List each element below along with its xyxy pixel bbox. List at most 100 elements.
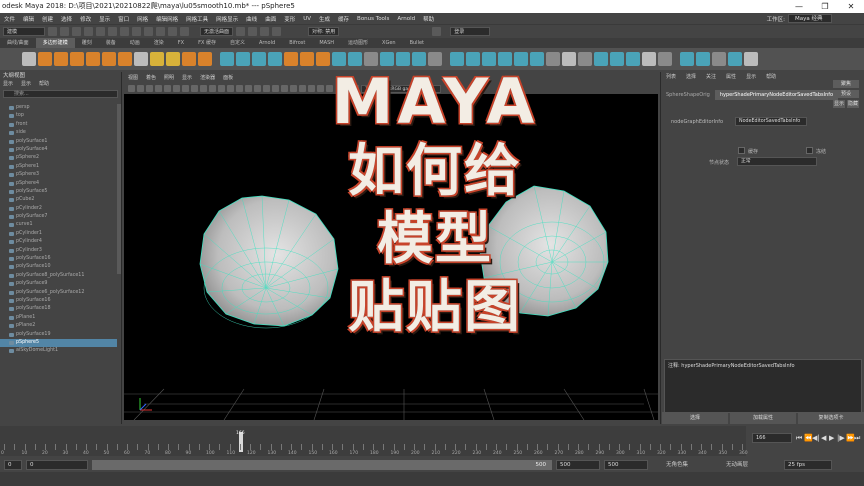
mirror-icon[interactable]	[466, 52, 480, 66]
menu-generate[interactable]: 生成	[319, 15, 330, 23]
outliner-item[interactable]: polySurface6_polySurface12	[0, 289, 117, 297]
tab-custom[interactable]: 自定义	[223, 38, 252, 48]
poly-torus-icon[interactable]	[86, 52, 100, 66]
quad-draw-icon[interactable]	[450, 52, 464, 66]
presets-button[interactable]: 预设	[833, 90, 859, 98]
cylindrical-uv-icon[interactable]	[514, 52, 528, 66]
wireframe-on-shaded-icon[interactable]	[236, 85, 243, 92]
spherical-uv-icon[interactable]	[530, 52, 544, 66]
maximize-button[interactable]: ❐	[812, 0, 838, 13]
menu-surfaces[interactable]: 曲面	[265, 15, 276, 23]
wireframe-icon[interactable]	[218, 85, 225, 92]
menu-deform[interactable]: 变形	[284, 15, 295, 23]
menu-file[interactable]: 文件	[4, 15, 15, 23]
outliner-item[interactable]: polySurface7	[0, 213, 117, 221]
camera-attributes-icon[interactable]	[128, 85, 135, 92]
shadows-icon[interactable]	[263, 85, 270, 92]
step-back-frame-icon[interactable]: ◀|	[812, 434, 820, 442]
tab-rendering[interactable]: 渲染	[147, 38, 171, 48]
outliner-item[interactable]: polySurface18	[0, 305, 117, 313]
menu-select[interactable]: 选择	[61, 15, 72, 23]
outliner-item[interactable]: pCylinder4	[0, 238, 117, 246]
outliner-search-input[interactable]: 搜索...	[3, 90, 118, 98]
outliner-item[interactable]: polySurface16	[0, 255, 117, 263]
boolean-icon[interactable]	[268, 52, 282, 66]
unfold-icon[interactable]	[696, 52, 710, 66]
outliner-item[interactable]: polySurface5	[0, 188, 117, 196]
textured-icon[interactable]	[245, 85, 252, 92]
outliner-item[interactable]: persp	[0, 104, 117, 112]
tab-curves-surfaces[interactable]: 曲线/曲面	[0, 38, 36, 48]
undo-icon[interactable]	[84, 27, 93, 36]
viewport-menu-view[interactable]: 视图	[128, 74, 138, 83]
soft-select-icon[interactable]	[578, 52, 592, 66]
motion-blur-icon[interactable]	[281, 85, 288, 92]
outliner-item[interactable]: aiSkyDomeLight1	[0, 347, 117, 355]
menu-display[interactable]: 显示	[99, 15, 110, 23]
tab-mash[interactable]: MASH	[312, 38, 341, 48]
outliner-item[interactable]: pPlane2	[0, 322, 117, 330]
tab-arnold[interactable]: Arnold	[252, 38, 282, 48]
tab-fx-caching[interactable]: FX 缓存	[191, 38, 223, 48]
ae-menu-help[interactable]: 帮助	[766, 72, 776, 82]
select-object-icon[interactable]	[120, 27, 129, 36]
edge-loop-icon[interactable]	[412, 52, 426, 66]
tab-poly-modeling[interactable]: 多边形建模	[35, 38, 75, 48]
outliner-item[interactable]: polySurface9	[0, 280, 117, 288]
anim-layer-dropdown[interactable]: 无动画层	[726, 460, 748, 470]
modeling-toolkit-icon[interactable]	[432, 27, 442, 36]
go-to-start-icon[interactable]: ⏮	[796, 434, 802, 443]
menu-set-dropdown[interactable]: 建模	[3, 27, 45, 36]
outliner-item[interactable]: pCylinder1	[0, 230, 117, 238]
save-scene-icon[interactable]	[72, 27, 81, 36]
tab-motion-graphics[interactable]: 运动图形	[341, 38, 375, 48]
show-button[interactable]: 显示	[833, 100, 845, 108]
ae-menu-list[interactable]: 列表	[666, 72, 676, 82]
outliner-item[interactable]: pPlane1	[0, 314, 117, 322]
menu-help[interactable]: 帮助	[423, 15, 434, 23]
poly-cone-icon[interactable]	[70, 52, 84, 66]
outliner-menu-display[interactable]: 显示	[3, 80, 13, 88]
character-set-dropdown[interactable]: 无角色集	[666, 460, 688, 470]
viewport-menu-renderer[interactable]: 渲染器	[200, 74, 215, 83]
outliner-item[interactable]: pSphere2	[0, 154, 117, 162]
close-button[interactable]: ✕	[838, 0, 864, 13]
outliner-item[interactable]: pCube2	[0, 196, 117, 204]
left-sphere-mesh[interactable]	[199, 195, 339, 329]
animation-end-field[interactable]: 500	[604, 460, 648, 470]
tab-sculpting[interactable]: 雕刻	[75, 38, 99, 48]
tab-bullet[interactable]: Bullet	[403, 38, 431, 48]
delete-history-icon[interactable]	[626, 52, 640, 66]
snap-plane-icon[interactable]	[180, 27, 189, 36]
outliner-item[interactable]: pSphere1	[0, 163, 117, 171]
redo-icon[interactable]	[96, 27, 105, 36]
menu-edit[interactable]: 编辑	[23, 15, 34, 23]
open-scene-icon[interactable]	[60, 27, 69, 36]
ipr-icon[interactable]	[260, 27, 270, 36]
time-slider[interactable]: 166 0 10 20 30 40 50 60 70 80 90 100 110 120 130 140 15…	[0, 426, 748, 456]
poly-plane-icon[interactable]	[102, 52, 116, 66]
render-settings-icon[interactable]	[272, 27, 282, 36]
menu-bonus-tools[interactable]: Bonus Tools	[357, 16, 389, 22]
range-bar[interactable]: 500	[92, 460, 552, 470]
extrude-icon[interactable]	[284, 52, 298, 66]
menu-mesh-tools[interactable]: 网格工具	[186, 15, 208, 23]
outliner-item[interactable]: side	[0, 129, 117, 137]
type-tool-icon[interactable]	[182, 52, 196, 66]
xray-icon[interactable]	[308, 85, 315, 92]
viewport-menu-panels[interactable]: 面板	[223, 74, 233, 83]
ae-menu-attributes[interactable]: 属性	[726, 72, 736, 82]
outliner-item[interactable]: polySurface4	[0, 146, 117, 154]
planar-uv-icon[interactable]	[482, 52, 496, 66]
auto-load-icon[interactable]	[680, 52, 694, 66]
separate-icon[interactable]	[236, 52, 250, 66]
snap-grid-icon[interactable]	[144, 27, 153, 36]
poly-disc-icon[interactable]	[118, 52, 132, 66]
crease-icon[interactable]	[658, 52, 672, 66]
play-backwards-icon[interactable]: ◀	[821, 434, 826, 442]
node-state-dropdown[interactable]: 正常	[737, 157, 817, 166]
poly-cylinder-icon[interactable]	[54, 52, 68, 66]
freeze-icon[interactable]	[610, 52, 624, 66]
anti-aliasing-icon[interactable]	[290, 85, 297, 92]
tab-rigging[interactable]: 装备	[99, 38, 123, 48]
